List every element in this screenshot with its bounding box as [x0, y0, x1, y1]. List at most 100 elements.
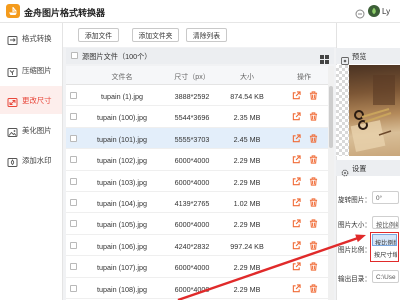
grid-view-icon[interactable]: [320, 51, 329, 64]
trash-icon[interactable]: [309, 262, 318, 271]
trash-icon[interactable]: [309, 219, 318, 228]
trash-icon[interactable]: [309, 155, 318, 164]
open-file-icon[interactable]: [292, 262, 301, 271]
trash-icon[interactable]: [309, 283, 318, 293]
output-dir-label: 输出目录：: [338, 276, 371, 283]
trash-icon[interactable]: [309, 112, 318, 121]
file-name: tupain (108).jpg: [97, 284, 147, 294]
open-file-icon[interactable]: [292, 134, 301, 143]
add-file-button[interactable]: 添加文件: [78, 28, 119, 42]
file-dimensions: 6000*4000: [174, 156, 210, 166]
file-name: tupain (102).jpg: [97, 156, 147, 166]
table-row[interactable]: tupain (102).jpg 6000*4000 2.29 MB: [66, 149, 328, 171]
file-name: tupain (103).jpg: [97, 177, 147, 187]
resize-icon: [7, 95, 18, 107]
preview-image: [349, 65, 400, 156]
file-table-body: tupain (1).jpg 3888*2592 874.54 KB tupain (…: [66, 85, 328, 300]
row-checkbox[interactable]: [70, 156, 77, 164]
app-logo-icon: [6, 4, 20, 18]
open-file-icon[interactable]: [292, 155, 301, 164]
row-checkbox[interactable]: [70, 177, 77, 185]
column-header-actions: 操作: [297, 74, 311, 81]
clear-list-button[interactable]: 清除列表: [186, 28, 227, 42]
table-row[interactable]: tupain (105).jpg 6000*4000 2.29 MB: [66, 213, 328, 235]
select-all-checkbox[interactable]: [71, 52, 78, 59]
row-checkbox[interactable]: [70, 284, 77, 292]
size-label: 图片大小：: [338, 222, 371, 229]
table-row[interactable]: tupain (101).jpg 5555*3703 2.45 MB: [66, 127, 328, 150]
trash-icon[interactable]: [309, 134, 318, 143]
file-dimensions: 5544*3696: [174, 113, 210, 123]
file-size: 2.29 MB: [233, 220, 261, 230]
file-dimensions: 4240*2832: [174, 241, 210, 251]
file-size: 2.35 MB: [233, 113, 261, 123]
size-option-dimensions[interactable]: 按尺寸缩放: [372, 247, 397, 259]
sidebar-item-compress[interactable]: 压缩图片: [0, 56, 62, 84]
open-file-icon[interactable]: [292, 198, 301, 207]
file-size: 2.29 MB: [233, 284, 261, 294]
trash-icon[interactable]: [309, 91, 318, 100]
trash-icon[interactable]: [309, 241, 318, 250]
sidebar-item-beautify[interactable]: 美化图片: [0, 116, 62, 144]
table-row[interactable]: tupain (1).jpg 3888*2592 874.54 KB: [66, 85, 328, 107]
settings-header: 设置: [336, 160, 400, 177]
row-checkbox[interactable]: [70, 241, 77, 249]
file-name: tupain (107).jpg: [97, 263, 147, 273]
skin-icon[interactable]: [355, 6, 365, 19]
row-checkbox[interactable]: [70, 92, 77, 99]
table-row[interactable]: tupain (104).jpg 4139*2765 1.02 MB: [66, 192, 328, 214]
file-size: 874.54 KB: [230, 92, 264, 101]
row-checkbox[interactable]: [70, 263, 77, 271]
row-checkbox[interactable]: [70, 220, 77, 228]
app-title: 金舟图片格式转换器: [24, 8, 106, 18]
file-size: 2.29 MB: [233, 177, 261, 187]
file-name: tupain (101).jpg: [97, 134, 147, 144]
file-size: 2.45 MB: [233, 134, 261, 144]
gear-icon: [341, 164, 349, 177]
open-file-icon[interactable]: [292, 112, 301, 121]
add-folder-button[interactable]: 添加文件夹: [132, 28, 179, 42]
sidebar-item-format-convert[interactable]: 格式转换: [0, 24, 62, 52]
ratio-label: 图片比例：: [338, 247, 371, 254]
open-file-icon[interactable]: [292, 283, 301, 293]
output-dir-input[interactable]: C:\Use: [372, 270, 399, 283]
open-file-icon[interactable]: [292, 219, 301, 228]
preview-icon: [341, 52, 349, 65]
file-name: tupain (105).jpg: [97, 220, 147, 230]
open-file-icon[interactable]: [292, 91, 301, 100]
trash-icon[interactable]: [309, 176, 318, 186]
table-scrollbar-thumb[interactable]: [329, 86, 333, 148]
table-row[interactable]: tupain (103).jpg 6000*4000 2.29 MB: [66, 171, 328, 192]
open-file-icon[interactable]: [292, 241, 301, 250]
file-name: tupain (106).jpg: [97, 241, 147, 251]
row-checkbox[interactable]: [70, 199, 77, 206]
size-option-ratio[interactable]: 按比例缩放: [372, 234, 397, 246]
settings-title: 设置: [352, 164, 367, 173]
toolbar: 添加文件 添加文件夹 清除列表: [63, 23, 336, 47]
avatar[interactable]: [368, 5, 380, 17]
table-row[interactable]: tupain (108).jpg 6000*4000 2.29 MB: [66, 278, 328, 299]
size-mode-select[interactable]: 按比例缩放: [372, 216, 399, 229]
rotate-select[interactable]: 0°: [372, 191, 399, 204]
table-header: 文件名 尺寸（px） 大小 操作: [66, 66, 328, 85]
sidebar-item-watermark[interactable]: 添加水印: [0, 146, 62, 174]
trash-icon[interactable]: [309, 198, 318, 207]
table-row[interactable]: tupain (100).jpg 5544*3696 2.35 MB: [66, 106, 328, 128]
column-header-dimensions: 尺寸（px）: [174, 74, 210, 81]
sidebar-item-label: 添加水印: [22, 156, 52, 165]
watermark-icon: [7, 155, 18, 167]
open-file-icon[interactable]: [292, 176, 301, 186]
column-header-name: 文件名: [111, 74, 133, 81]
file-dimensions: 4139*2765: [174, 199, 210, 208]
file-dimensions: 6000*4000: [174, 220, 210, 230]
sidebar-item-resize[interactable]: 更改尺寸: [0, 86, 62, 114]
user-name[interactable]: Ly: [382, 7, 398, 16]
compress-icon: [7, 65, 18, 77]
row-checkbox[interactable]: [70, 134, 77, 142]
table-row[interactable]: tupain (106).jpg 4240*2832 997.24 KB: [66, 235, 328, 257]
sidebar-item-label: 压缩图片: [22, 66, 52, 75]
row-checkbox[interactable]: [70, 113, 77, 121]
table-row[interactable]: tupain (107).jpg 6000*4000 2.29 MB: [66, 256, 328, 278]
sidebar-item-label: 美化图片: [22, 126, 52, 135]
file-dimensions: 6000*4000: [174, 177, 210, 187]
